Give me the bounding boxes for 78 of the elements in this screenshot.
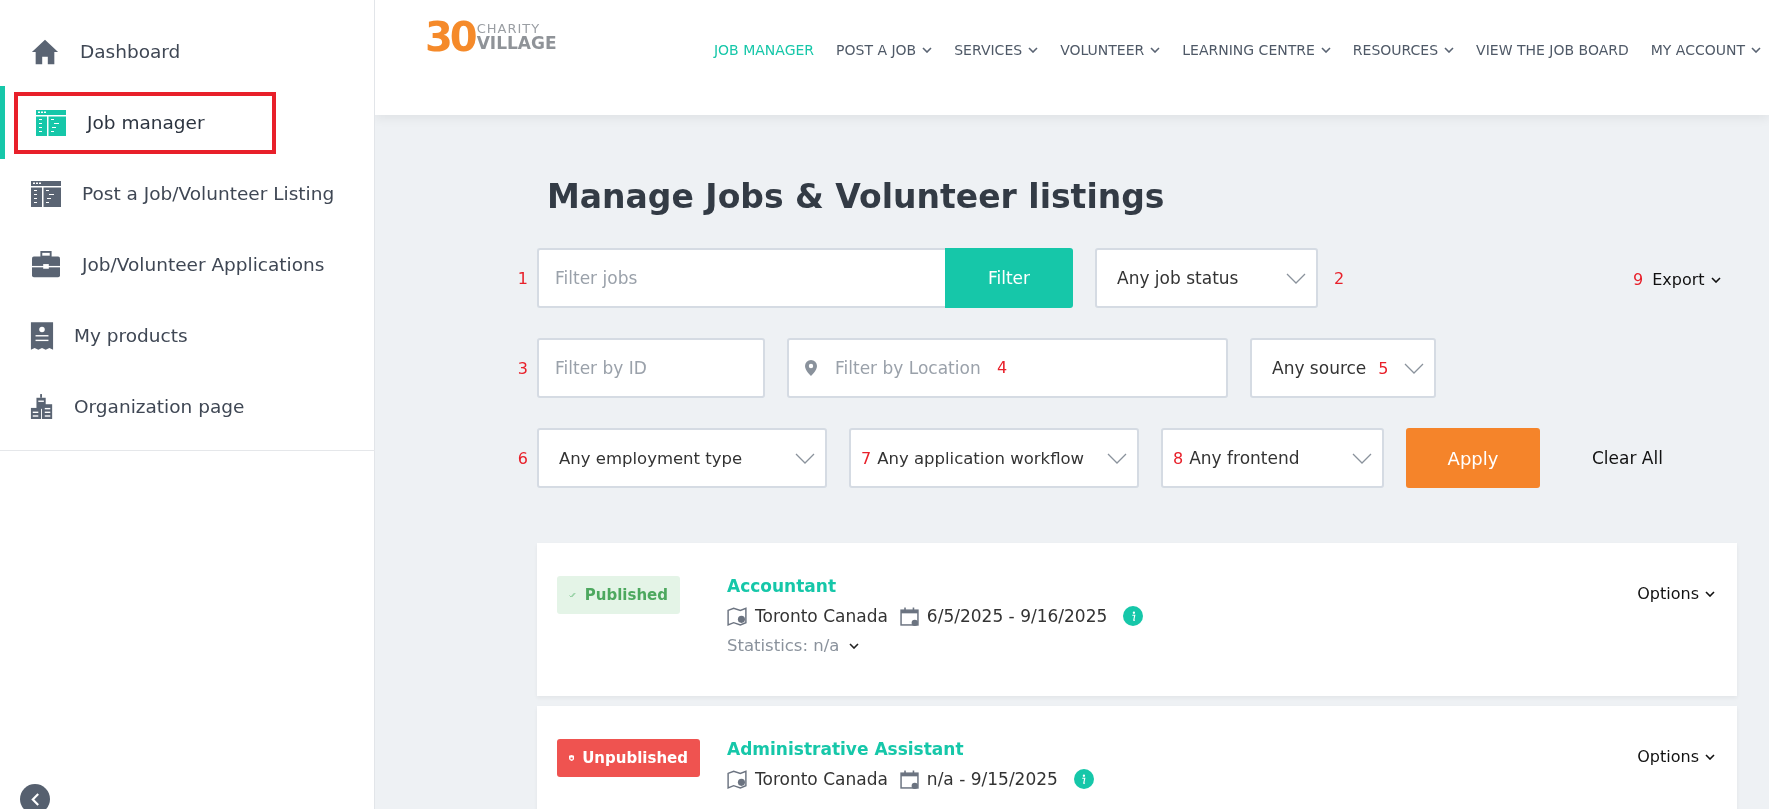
sidebar-item[interactable]: Job/Volunteer Applications	[0, 229, 374, 300]
nav-link[interactable]: SERVICES	[954, 42, 1039, 58]
nav-link[interactable]: MY ACCOUNT	[1650, 42, 1761, 58]
pin-icon	[805, 360, 817, 376]
dropdown[interactable]: Any job status	[1095, 248, 1318, 308]
clear-all-link[interactable]: Clear All	[1592, 448, 1663, 468]
job-dates: n/a - 9/15/2025	[926, 769, 1058, 789]
collapse-button[interactable]	[20, 784, 50, 809]
house-icon	[30, 37, 60, 66]
dropdown[interactable]: Any employment type	[537, 428, 827, 488]
job-dates: 6/5/2025 - 9/16/2025	[926, 606, 1108, 626]
calendar-icon	[899, 769, 919, 789]
id-field[interactable]: Filter by ID	[537, 338, 765, 398]
sidebar-item[interactable]: Job manager	[0, 87, 374, 158]
status-badge: Unpublished	[557, 739, 700, 777]
double-check-icon	[569, 590, 577, 600]
dropdown-value: Any frontend	[1189, 448, 1300, 468]
chevron-down-icon	[1403, 362, 1424, 374]
nav-link[interactable]: RESOURCES	[1352, 42, 1455, 58]
sidebar-label: Dashboard	[80, 41, 181, 62]
layout-icon	[30, 179, 62, 208]
annotation-number: 8	[1173, 448, 1184, 468]
annotation-number: 9	[1633, 270, 1644, 289]
chevron-down-icon	[1286, 272, 1306, 284]
annotation-number: 7	[861, 448, 872, 468]
sidebar-item[interactable]: My products	[0, 300, 374, 371]
map-pin-icon	[727, 769, 747, 789]
briefcase-icon	[30, 250, 62, 279]
job-location: Toronto Canada	[755, 769, 888, 789]
sidebar-label: Job/Volunteer Applications	[82, 254, 325, 275]
calendar-icon	[899, 606, 919, 626]
annotation-number: 4	[997, 358, 1008, 377]
annotation-number: 6	[516, 448, 528, 468]
chevron-down-icon	[1352, 452, 1372, 464]
info-icon[interactable]	[1073, 769, 1094, 789]
annotation-number: 5	[1378, 358, 1389, 378]
job-location: Toronto Canada	[755, 606, 888, 626]
chevron-left-icon	[30, 792, 40, 806]
sidebar-item[interactable]: Post a Job/Volunteer Listing	[0, 158, 374, 229]
nav-link[interactable]: VIEW THE JOB BOARD	[1476, 42, 1629, 58]
search-field[interactable]: Filter jobs	[537, 248, 945, 308]
sidebar-label: Job manager	[87, 112, 205, 133]
sidebar-label: Organization page	[74, 396, 245, 417]
dropdown-value: Any source	[1272, 358, 1367, 378]
dropdown-value: Any application workflow	[877, 448, 1085, 468]
chevron-down-icon	[1705, 590, 1715, 597]
info-glyph-icon	[1130, 610, 1136, 622]
options-menu[interactable]: Options	[1637, 584, 1715, 603]
sidebar-label: Post a Job/Volunteer Listing	[82, 183, 335, 204]
nav-link[interactable]: LEARNING CENTRE	[1182, 42, 1331, 58]
receipt-icon	[30, 320, 54, 351]
sidebar-item[interactable]: Dashboard	[0, 16, 374, 87]
sidebar-label: My products	[74, 325, 188, 346]
chevron-down-icon	[849, 642, 860, 649]
buildings-icon	[30, 393, 54, 420]
chevron-down-icon	[1710, 276, 1721, 283]
chevron-down-icon	[1107, 452, 1127, 464]
annotation-number: 3	[516, 358, 528, 378]
annotation-number: 2	[1334, 268, 1345, 288]
nav-link[interactable]: POST A JOB	[836, 42, 933, 58]
dropdown[interactable]: Any source 5	[1250, 338, 1436, 398]
chevron-down-icon	[795, 452, 815, 464]
layout-icon	[35, 108, 67, 137]
sidebar-item[interactable]: Organization page	[0, 371, 374, 442]
info-glyph-icon	[1081, 773, 1087, 785]
dropdown[interactable]: 7 Any application workflow	[849, 428, 1139, 488]
options-menu[interactable]: Options	[1637, 747, 1715, 766]
dropdown-value: Any job status	[1117, 268, 1239, 288]
nav-link[interactable]: VOLUNTEER	[1060, 42, 1161, 58]
dropdown-value: Any employment type	[559, 448, 743, 468]
page-title: Manage Jobs & Volunteer listings	[547, 177, 1166, 216]
annotation-number: 1	[516, 268, 528, 288]
info-icon[interactable]	[1123, 606, 1144, 626]
export-menu[interactable]: Export	[1652, 270, 1721, 289]
map-pin-icon	[727, 606, 747, 626]
status-badge: Published	[557, 576, 680, 614]
dropdown[interactable]: 8 Any frontend	[1161, 428, 1384, 488]
chevron-down-icon	[1705, 753, 1715, 760]
